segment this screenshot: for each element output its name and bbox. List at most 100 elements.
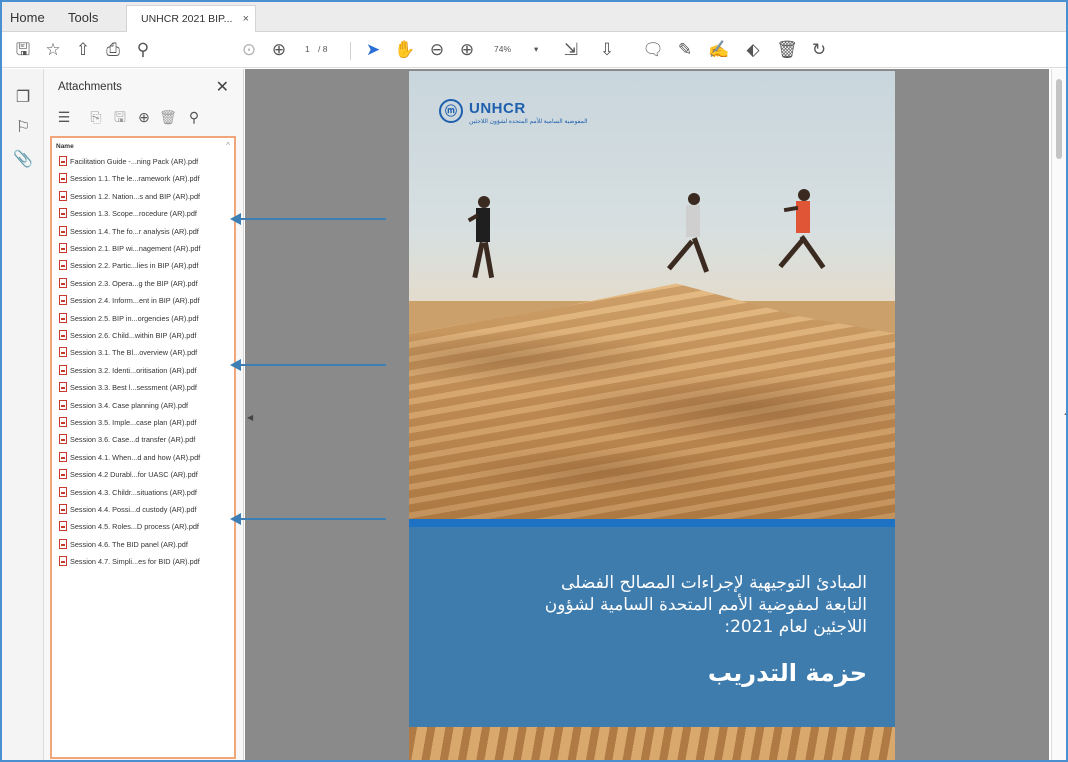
- attachment-filename: Session 2.3. Opera...g the BIP (AR).pdf: [70, 278, 198, 288]
- attachment-filename: Session 3.5. Imple...case plan (AR).pdf: [70, 418, 197, 427]
- bookmark-star-icon[interactable]: ☆: [42, 39, 64, 61]
- options-menu-icon[interactable]: ☰: [54, 107, 74, 127]
- attachment-filename: Facilitation Guide -...ning Pack (AR).pd…: [70, 157, 199, 166]
- attachment-item[interactable]: Session 4.6. The BID panel (AR).pdf: [59, 537, 188, 552]
- attachment-item[interactable]: Session 3.1. The Bl...overview (AR).pdf: [59, 345, 197, 360]
- attachment-filename: Session 4.3. Childr...situations (AR).pd…: [70, 487, 197, 497]
- tab-tools[interactable]: Tools: [68, 6, 98, 30]
- attachment-filename: Session 4.4. Possi...d custody (AR).pdf: [70, 505, 197, 514]
- zoom-level[interactable]: 74%: [494, 44, 511, 54]
- attachment-filename: Session 2.2. Partic...lies in BIP (AR).p…: [70, 261, 199, 271]
- pdf-file-icon: [59, 347, 67, 358]
- attachment-filename: Session 4.2 Durabl...for UASC (AR).pdf: [70, 470, 198, 480]
- attachment-filename: Session 1.1. The le...ramework (AR).pdf: [70, 174, 200, 184]
- attachment-item[interactable]: Session 3.4. Case planning (AR).pdf: [59, 398, 188, 413]
- bookmarks-icon[interactable]: ⚐: [12, 117, 34, 139]
- attachment-filename: Session 2.4. Inform...ent in BIP (AR).pd…: [70, 296, 200, 306]
- attachments-paperclip-icon[interactable]: 📎: [12, 149, 34, 171]
- attachment-item[interactable]: Session 4.3. Childr...situations (AR).pd…: [59, 485, 197, 500]
- panel-close-icon[interactable]: ✕: [216, 77, 229, 97]
- select-cursor-icon[interactable]: ➤: [362, 39, 384, 61]
- right-panel-toggle-icon[interactable]: ◀: [1064, 410, 1066, 418]
- sort-chevron-icon[interactable]: ^: [226, 141, 230, 150]
- save-icon[interactable]: 🖫: [12, 39, 34, 61]
- attachment-item[interactable]: Session 3.5. Imple...case plan (AR).pdf: [59, 415, 197, 430]
- pdf-file-icon: [59, 190, 67, 201]
- attachment-item[interactable]: Session 1.4. The fo...r analysis (AR).pd…: [59, 224, 199, 239]
- tab-close-icon[interactable]: ×: [243, 6, 249, 32]
- attachment-item[interactable]: Session 4.5. Roles...D process (AR).pdf: [59, 519, 199, 534]
- tab-bar: Home Tools UNHCR 2021 BIP... ×: [2, 2, 1066, 32]
- search-zoom-icon[interactable]: ⚲: [132, 39, 154, 61]
- attachment-item[interactable]: Session 4.4. Possi...d custody (AR).pdf: [59, 502, 197, 517]
- cover-stripe: [409, 519, 895, 527]
- open-attachment-icon[interactable]: ⎘: [86, 107, 106, 127]
- toolbar-divider: [350, 42, 351, 60]
- draw-signature-icon[interactable]: ✍: [708, 39, 730, 61]
- document-title: المبادئ التوجيهية لإجراءات المصالح الفضل…: [544, 573, 867, 637]
- pdf-file-icon: [59, 208, 67, 219]
- search-attachments-icon[interactable]: ⚲: [184, 107, 204, 127]
- pages-thumbnail-icon[interactable]: ❐: [12, 87, 34, 109]
- toolbar: 🖫 ☆ ⇧ ⎙ ⚲ ⊙ ⊕ 1 / 8 ➤ ✋ ⊖ ⊕ 74% ▾ ⇲ ⇩ 🗨 …: [2, 32, 1066, 68]
- share-upload-icon[interactable]: ⇧: [72, 39, 94, 61]
- zoom-out-icon[interactable]: ⊖: [426, 39, 448, 61]
- tab-document[interactable]: UNHCR 2021 BIP... ×: [126, 5, 256, 32]
- attachment-item[interactable]: Session 2.5. BIP in...orgencies (AR).pdf: [59, 311, 198, 326]
- scrollbar-thumb[interactable]: [1056, 79, 1062, 159]
- rotate-icon[interactable]: ↻: [808, 39, 830, 61]
- attachment-item[interactable]: Session 4.1. When...d and how (AR).pdf: [59, 450, 200, 465]
- attachment-item[interactable]: Session 2.3. Opera...g the BIP (AR).pdf: [59, 276, 198, 291]
- runner-figure: [667, 193, 714, 313]
- attachment-item[interactable]: Session 2.2. Partic...lies in BIP (AR).p…: [59, 258, 198, 273]
- pdf-file-icon: [59, 434, 67, 445]
- previous-page-icon[interactable]: ⊙: [238, 39, 260, 61]
- highlight-pen-icon[interactable]: ✎: [674, 39, 696, 61]
- zoom-dropdown-icon[interactable]: ▾: [534, 44, 538, 55]
- print-icon[interactable]: ⎙: [102, 39, 124, 61]
- attachment-item[interactable]: Session 2.1. BIP wi...nagement (AR).pdf: [59, 241, 200, 256]
- tab-home[interactable]: Home: [10, 6, 45, 30]
- next-page-icon[interactable]: ⊕: [268, 39, 290, 61]
- attachment-item[interactable]: Session 2.6. Child...within BIP (AR).pdf: [59, 328, 196, 343]
- panel-collapse-icon[interactable]: ◀: [247, 413, 253, 422]
- pdf-file-icon: [59, 312, 67, 323]
- attachment-filename: Session 1.2. Nation...s and BIP (AR).pdf: [70, 191, 201, 201]
- attachment-filename: Session 2.5. BIP in...orgencies (AR).pdf: [70, 313, 199, 323]
- attachment-item[interactable]: Session 1.2. Nation...s and BIP (AR).pdf: [59, 189, 200, 204]
- runner-figure: [778, 189, 826, 309]
- pdf-file-icon: [59, 451, 67, 462]
- unhcr-emblem-icon: ⓜ: [439, 99, 463, 123]
- stamp-icon[interactable]: ⬖: [742, 39, 764, 61]
- attachment-item[interactable]: Session 3.6. Case...d transfer (AR).pdf: [59, 432, 195, 447]
- pdf-file-icon: [59, 504, 67, 514]
- save-attachment-icon[interactable]: 🖫: [110, 107, 130, 127]
- scroll-mode-icon[interactable]: ⇩: [596, 39, 618, 61]
- attachments-panel: Attachments ✕ ☰ ⎘ 🖫 ⊕ 🗑 ⚲ Name ^ Facilit…: [44, 69, 244, 760]
- attachment-item[interactable]: Facilitation Guide -...ning Pack (AR).pd…: [59, 154, 198, 169]
- attachment-item[interactable]: Session 1.1. The le...ramework (AR).pdf: [59, 171, 200, 186]
- page-fit-icon[interactable]: ⇲: [560, 39, 582, 61]
- column-header-name[interactable]: Name: [56, 143, 74, 150]
- zoom-in-icon[interactable]: ⊕: [456, 39, 478, 61]
- attachment-filename: Session 4.5. Roles...D process (AR).pdf: [70, 522, 199, 532]
- pdf-file-icon: [59, 538, 67, 549]
- hand-tool-icon[interactable]: ✋: [394, 39, 416, 61]
- attachment-item[interactable]: Session 2.4. Inform...ent in BIP (AR).pd…: [59, 293, 200, 308]
- delete-attachment-icon[interactable]: 🗑: [158, 107, 178, 127]
- attachment-item[interactable]: Session 4.2 Durabl...for UASC (AR).pdf: [59, 467, 198, 482]
- pdf-file-icon: [59, 243, 67, 253]
- attachment-item[interactable]: Session 3.2. Identi...oritisation (AR).p…: [59, 363, 197, 378]
- add-attachment-icon[interactable]: ⊕: [134, 107, 154, 127]
- attachment-filename: Session 1.4. The fo...r analysis (AR).pd…: [70, 226, 199, 236]
- page-number-input[interactable]: 1: [305, 44, 310, 54]
- comment-icon[interactable]: 🗨: [642, 39, 664, 61]
- attachment-filename: Session 1.3. Scope...rocedure (AR).pdf: [70, 209, 197, 219]
- attachment-filename: Session 3.4. Case planning (AR).pdf: [70, 400, 189, 410]
- attachment-item[interactable]: Session 1.3. Scope...rocedure (AR).pdf: [59, 206, 197, 221]
- annotation-arrow: [230, 213, 386, 225]
- attachment-item[interactable]: Session 4.7. Simpli...es for BID (AR).pd…: [59, 554, 200, 569]
- delete-icon[interactable]: 🗑: [776, 39, 798, 61]
- pdf-file-icon: [59, 556, 67, 567]
- attachment-item[interactable]: Session 3.3. Best l...sessment (AR).pdf: [59, 380, 197, 395]
